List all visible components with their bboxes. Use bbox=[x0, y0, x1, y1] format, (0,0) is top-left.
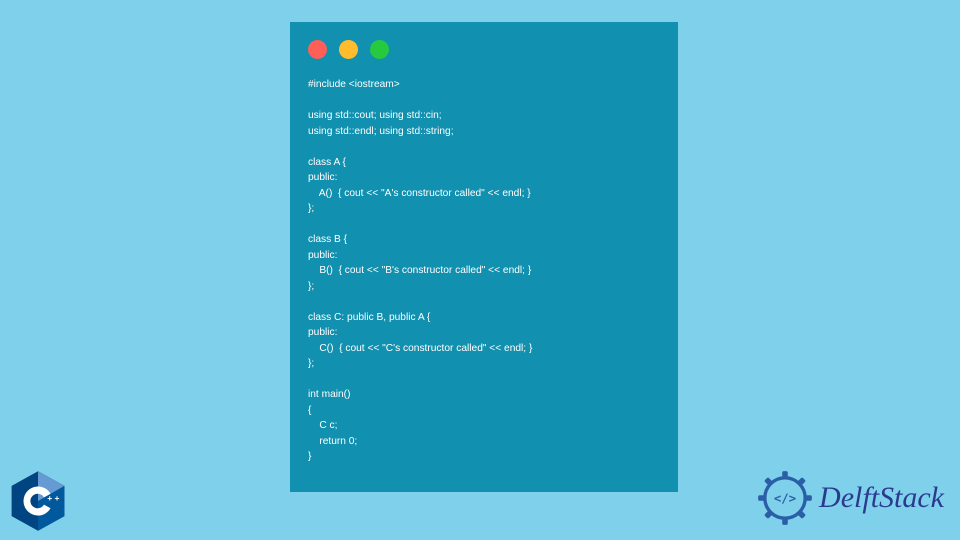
brand-gear-icon: </> bbox=[757, 470, 813, 526]
svg-text:+: + bbox=[47, 493, 52, 503]
code-window: #include <iostream> using std::cout; usi… bbox=[290, 22, 678, 492]
code-content: #include <iostream> using std::cout; usi… bbox=[308, 77, 660, 465]
close-icon bbox=[308, 40, 327, 59]
maximize-icon bbox=[370, 40, 389, 59]
brand-logo: </> DelftStack bbox=[757, 470, 944, 526]
window-controls bbox=[308, 40, 660, 59]
cpp-logo-icon: + + bbox=[5, 468, 71, 534]
brand-name: DelftStack bbox=[819, 481, 944, 515]
svg-text:</>: </> bbox=[774, 491, 796, 505]
minimize-icon bbox=[339, 40, 358, 59]
svg-text:+: + bbox=[55, 493, 60, 503]
